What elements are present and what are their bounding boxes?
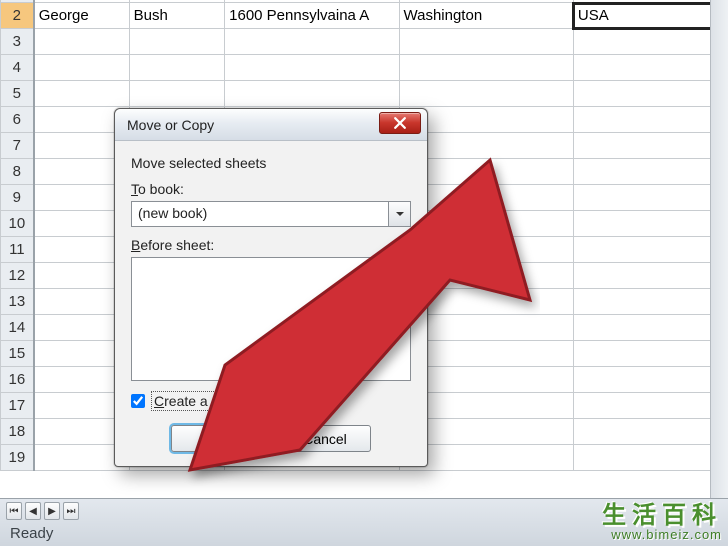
cell[interactable]	[573, 133, 727, 159]
row-header[interactable]: 16	[1, 367, 34, 393]
table-row[interactable]: 3	[1, 29, 728, 55]
nav-next-button[interactable]: ▶	[44, 502, 60, 520]
sheet-tab-nav: ⏮ ◀ ▶ ⏭	[0, 499, 728, 523]
nav-prev-button[interactable]: ◀	[25, 502, 41, 520]
create-copy-checkbox[interactable]	[131, 394, 145, 408]
cell[interactable]	[225, 29, 399, 55]
row-header[interactable]: 5	[1, 81, 34, 107]
dialog-heading: Move selected sheets	[131, 155, 411, 171]
cell[interactable]	[573, 315, 727, 341]
cell[interactable]	[399, 29, 573, 55]
to-book-value: (new book)	[132, 202, 388, 226]
row-header[interactable]: 9	[1, 185, 34, 211]
cell[interactable]	[573, 341, 727, 367]
cell[interactable]	[225, 55, 399, 81]
cell[interactable]	[573, 237, 727, 263]
table-row[interactable]: 4	[1, 55, 728, 81]
to-book-label: To book:	[131, 181, 411, 197]
table-row[interactable]: 5	[1, 81, 728, 107]
create-copy-label[interactable]: Create a copy	[151, 391, 244, 411]
nav-first-button[interactable]: ⏮	[6, 502, 22, 520]
cell[interactable]	[573, 419, 727, 445]
cell[interactable]	[573, 29, 727, 55]
before-sheet-label: Before sheet:	[131, 237, 411, 253]
cell[interactable]	[573, 107, 727, 133]
cancel-button[interactable]: Cancel	[279, 425, 371, 452]
chevron-down-icon	[395, 209, 405, 219]
to-book-combo[interactable]: (new book)	[131, 201, 411, 227]
cell[interactable]	[34, 29, 129, 55]
cell[interactable]	[129, 81, 224, 107]
to-book-drop-button[interactable]	[388, 202, 410, 226]
cell[interactable]	[573, 185, 727, 211]
cell[interactable]	[129, 55, 224, 81]
row-header[interactable]: 12	[1, 263, 34, 289]
row-header[interactable]: 6	[1, 107, 34, 133]
cell[interactable]	[573, 367, 727, 393]
cell[interactable]	[573, 159, 727, 185]
cell[interactable]	[34, 55, 129, 81]
dialog-title: Move or Copy	[127, 117, 214, 133]
row-header[interactable]: 14	[1, 315, 34, 341]
ok-button[interactable]: OK	[171, 425, 263, 452]
dialog-titlebar[interactable]: Move or Copy	[115, 109, 427, 141]
cell[interactable]: USA	[573, 3, 727, 29]
vertical-scrollbar[interactable]	[710, 0, 728, 498]
before-sheet-listbox[interactable]	[131, 257, 411, 381]
row-header[interactable]: 17	[1, 393, 34, 419]
cell[interactable]	[34, 81, 129, 107]
cell[interactable]	[573, 289, 727, 315]
cell[interactable]	[573, 393, 727, 419]
cell[interactable]: Bush	[129, 3, 224, 29]
cell[interactable]	[573, 55, 727, 81]
close-button[interactable]	[379, 112, 421, 134]
cell[interactable]	[573, 263, 727, 289]
cell[interactable]: Washington	[399, 3, 573, 29]
row-header[interactable]: 3	[1, 29, 34, 55]
bottom-bar: ⏮ ◀ ▶ ⏭ Ready	[0, 498, 728, 546]
cell[interactable]	[399, 81, 573, 107]
row-header[interactable]: 15	[1, 341, 34, 367]
row-header[interactable]: 2	[1, 3, 34, 29]
row-header[interactable]: 7	[1, 133, 34, 159]
row-header[interactable]: 8	[1, 159, 34, 185]
row-header[interactable]: 13	[1, 289, 34, 315]
row-header[interactable]: 18	[1, 419, 34, 445]
nav-last-button[interactable]: ⏭	[63, 502, 79, 520]
row-header[interactable]: 19	[1, 445, 34, 471]
cell[interactable]: George	[34, 3, 129, 29]
row-header[interactable]: 11	[1, 237, 34, 263]
cell[interactable]	[129, 29, 224, 55]
cell[interactable]	[573, 211, 727, 237]
cell[interactable]	[573, 81, 727, 107]
table-row[interactable]: 2GeorgeBush1600 Pennsylvaina AWashington…	[1, 3, 728, 29]
status-bar-text: Ready	[0, 523, 728, 547]
row-header[interactable]: 4	[1, 55, 34, 81]
cell[interactable]	[225, 81, 399, 107]
move-or-copy-dialog: Move or Copy Move selected sheets To boo…	[114, 108, 428, 467]
row-header[interactable]: 10	[1, 211, 34, 237]
cell[interactable]	[399, 55, 573, 81]
close-icon	[394, 117, 406, 129]
cell[interactable]: 1600 Pennsylvaina A	[225, 3, 399, 29]
cell[interactable]	[573, 445, 727, 471]
